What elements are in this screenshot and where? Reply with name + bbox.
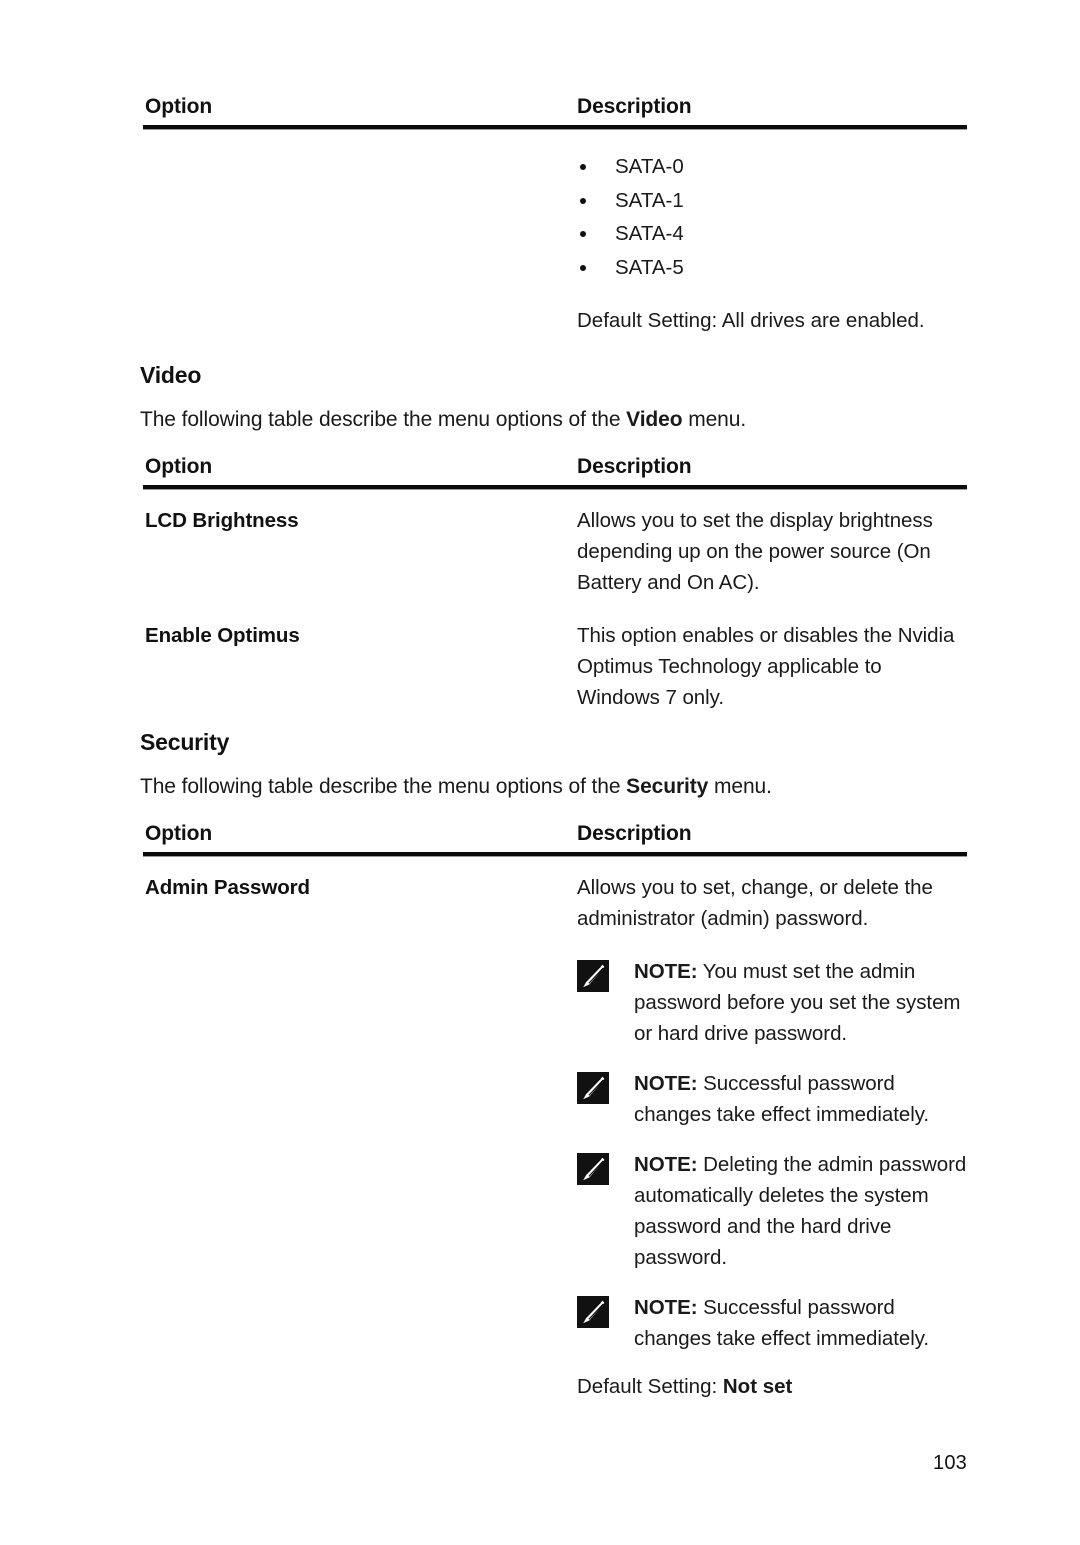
intro-text-emphasis: Video <box>626 408 683 432</box>
list-item-label: SATA-1 <box>615 188 684 212</box>
column-header-description: Description <box>577 822 692 846</box>
intro-text-emphasis: Security <box>626 775 709 799</box>
list-item: SATA-1 <box>577 184 967 218</box>
video-intro-sentence: The following table describe the menu op… <box>140 405 970 435</box>
table-header-rule <box>143 485 967 491</box>
table-row: Enable Optimus This option enables or di… <box>143 620 970 713</box>
default-setting-line: Default Setting: All drives are enabled. <box>577 305 967 336</box>
column-header-option: Option <box>145 822 213 846</box>
table-row-description: SATA-0 SATA-1 SATA-4 SATA-5 Default Sett… <box>560 150 967 336</box>
list-item-label: SATA-0 <box>615 155 684 178</box>
default-setting-line: Default Setting: Not set <box>577 1371 970 1402</box>
note-callout: NOTE: Successful password changes take e… <box>577 1292 970 1354</box>
note-callout: NOTE: Deleting the admin password automa… <box>577 1149 970 1273</box>
default-setting-prefix: Default Setting: <box>577 309 718 332</box>
note-label: NOTE: <box>634 1153 698 1177</box>
security-intro-sentence: The following table describe the menu op… <box>140 772 970 802</box>
default-setting-value: Not set <box>722 1375 793 1399</box>
note-pencil-icon <box>577 1296 609 1329</box>
list-item-label: SATA-5 <box>615 255 684 279</box>
option-label-admin-password: Admin Password <box>145 876 310 900</box>
note-label: NOTE: <box>634 1072 698 1096</box>
note-callout: NOTE: Successful password changes take e… <box>577 1068 970 1130</box>
option-label-enable-optimus: Enable Optimus <box>145 624 300 648</box>
default-setting-prefix: Default Setting: <box>577 1375 718 1399</box>
list-item: SATA-5 <box>577 251 967 285</box>
note-text: NOTE: You must set the admin password be… <box>634 956 970 1049</box>
note-pencil-icon <box>577 1153 609 1186</box>
column-header-option: Option <box>145 95 213 118</box>
note-pencil-icon <box>577 960 609 993</box>
video-section: Video The following table describe the m… <box>140 362 970 713</box>
intro-text-before: The following table describe the menu op… <box>140 775 627 799</box>
column-header-description: Description <box>577 455 692 479</box>
list-item: SATA-0 <box>577 150 967 184</box>
table-header-rule <box>143 852 967 858</box>
intro-text-after: menu. <box>708 775 772 799</box>
security-section: Security The following table describe th… <box>140 729 970 1402</box>
column-header-description: Description <box>577 95 692 118</box>
continued-table-header: Option Description <box>143 96 967 130</box>
bullet-dot-icon <box>580 164 586 170</box>
note-label: NOTE: <box>634 1296 698 1320</box>
note-label: NOTE: <box>634 960 698 984</box>
table-row: Admin Password Allows you to set, change… <box>143 872 970 1402</box>
intro-text-after: menu. <box>682 408 747 432</box>
section-heading-video: Video <box>140 362 202 388</box>
list-item: SATA-4 <box>577 217 967 251</box>
table-row: LCD Brightness Allows you to set the dis… <box>143 505 970 598</box>
table-header-rule <box>143 125 967 130</box>
note-text: NOTE: Successful password changes take e… <box>634 1068 970 1130</box>
note-callout: NOTE: You must set the admin password be… <box>577 956 970 1049</box>
option-description-enable-optimus: This option enables or disables the Nvid… <box>577 624 955 710</box>
default-setting-value: All drives are enabled. <box>717 309 925 332</box>
section-heading-security: Security <box>140 729 230 755</box>
admin-password-description: Allows you to set, change, or delete the… <box>577 876 933 931</box>
page-number: 103 <box>933 1452 967 1474</box>
intro-text-before: The following table describe the menu op… <box>140 408 627 432</box>
option-label-lcd-brightness: LCD Brightness <box>145 509 299 533</box>
option-description-lcd-brightness: Allows you to set the display brightness… <box>577 509 933 595</box>
bullet-dot-icon <box>580 231 586 237</box>
note-text: NOTE: Deleting the admin password automa… <box>634 1149 970 1273</box>
note-text: NOTE: Successful password changes take e… <box>634 1292 970 1354</box>
option-description-admin-password: Allows you to set, change, or delete the… <box>560 872 970 1402</box>
continued-table-body: SATA-0 SATA-1 SATA-4 SATA-5 Default Sett… <box>143 150 967 336</box>
column-header-option: Option <box>145 455 213 479</box>
note-pencil-icon <box>577 1072 609 1105</box>
bullet-dot-icon <box>580 264 586 271</box>
document-page: Option Description SATA-0 SATA-1 SATA-4 … <box>0 0 1080 1545</box>
sata-drive-list: SATA-0 SATA-1 SATA-4 SATA-5 <box>577 150 967 284</box>
bullet-dot-icon <box>580 197 586 204</box>
list-item-label: SATA-4 <box>615 222 684 245</box>
